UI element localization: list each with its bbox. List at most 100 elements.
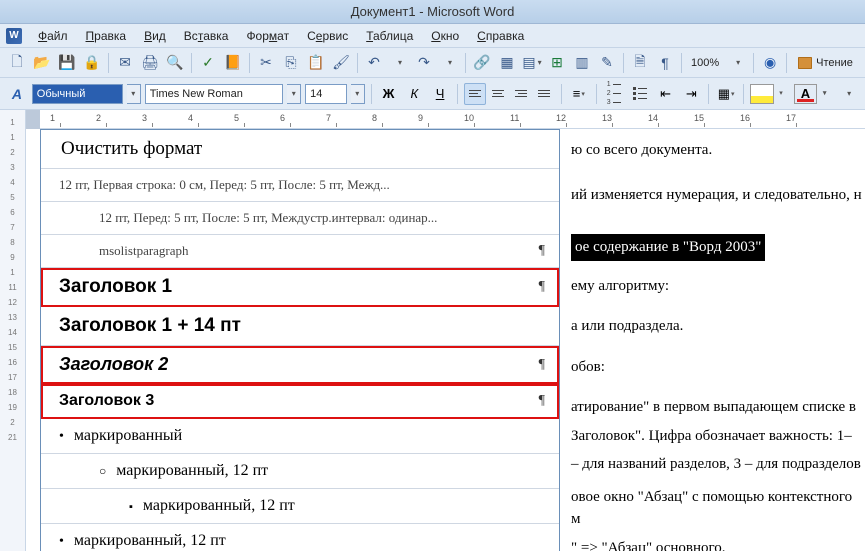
line-spacing-button[interactable]: ≡ (568, 83, 590, 105)
style-label: Заголовок 2 (59, 354, 533, 375)
undo-dropdown[interactable] (388, 52, 410, 74)
pilcrow-icon: ¶ (539, 279, 545, 295)
style-option[interactable]: маркированный, 12 пт (41, 454, 559, 489)
zoom-box[interactable]: 100% (687, 57, 723, 69)
separator (249, 53, 250, 73)
style-label: Заголовок 1 + 14 пт (59, 315, 545, 337)
print-preview-icon[interactable]: 🔍 (164, 52, 186, 74)
style-option[interactable]: Заголовок 1 ¶ (41, 268, 559, 307)
columns-icon[interactable]: ▥ (571, 52, 593, 74)
menu-edit[interactable]: Правка (78, 27, 135, 45)
redo-icon[interactable]: ↷ (413, 52, 435, 74)
style-label: Заголовок 1 (59, 276, 533, 298)
separator (753, 53, 754, 73)
style-option[interactable]: маркированный, 12 пт (41, 524, 559, 551)
undo-icon[interactable]: ↶ (363, 52, 385, 74)
separator (191, 53, 192, 73)
separator (681, 53, 682, 73)
style-option[interactable]: msolistparagraph ¶ (41, 235, 559, 268)
style-option[interactable]: 12 пт, Первая строка: 0 см, Перед: 5 пт,… (41, 169, 559, 202)
doc-line: ий изменяется нумерация, и следовательно… (571, 184, 865, 207)
help-icon[interactable]: ◉ (759, 52, 781, 74)
italic-button[interactable]: К (403, 83, 425, 105)
font-dropdown[interactable]: ▾ (287, 84, 301, 104)
style-option[interactable]: маркированный, 12 пт (41, 489, 559, 524)
pilcrow-icon: ¶ (539, 393, 545, 409)
separator (623, 53, 624, 73)
borders-button[interactable]: ▦ (715, 83, 737, 105)
reading-mode-button[interactable]: Чтение (792, 55, 859, 71)
style-option[interactable]: Заголовок 2¶ (41, 346, 559, 384)
new-doc-icon[interactable]: 🗋 (6, 52, 28, 74)
vertical-ruler: 11234567891111213141516171819221 (0, 110, 26, 551)
decrease-indent-button[interactable]: ⇤ (655, 83, 677, 105)
font-selector[interactable]: Times New Roman (145, 84, 284, 104)
underline-button[interactable]: Ч (429, 83, 451, 105)
doc-map-icon[interactable]: 🗎 (629, 52, 651, 74)
doc-line: – для названий разделов, 3 – для подразд… (571, 453, 865, 476)
style-option[interactable]: маркированный (41, 419, 559, 454)
separator (561, 84, 562, 104)
style-label: Заголовок 3 (59, 392, 533, 410)
align-center-button[interactable] (487, 83, 509, 105)
zoom-dropdown[interactable] (726, 52, 748, 74)
style-option[interactable]: Заголовок 3 ¶ (41, 384, 559, 419)
print-icon[interactable]: 🖨 (139, 52, 161, 74)
permissions-icon[interactable]: 🔒 (81, 52, 103, 74)
menu-help[interactable]: Справка (469, 27, 532, 45)
pilcrow-icon: ¶ (539, 243, 545, 259)
menu-table[interactable]: Таблица (358, 27, 421, 45)
paste-icon[interactable]: 📋 (305, 52, 327, 74)
copy-icon[interactable]: ⎘ (280, 52, 302, 74)
doc-line: " => "Абзац" основного. (571, 537, 865, 551)
numbered-list-button[interactable]: 1 2 3 (603, 83, 625, 105)
excel-icon[interactable]: ⊞ (546, 52, 568, 74)
mail-icon[interactable]: ✉ (114, 52, 136, 74)
hyperlink-icon[interactable]: 🔗 (471, 52, 493, 74)
standard-toolbar: 🗋 📂 💾 🔒 ✉ 🖨 🔍 ✓ 📙 ✂ ⎘ 📋 🖌 ↶ ↷ 🔗 ▦ ▤ ⊞ ▥ … (0, 48, 865, 78)
size-dropdown[interactable]: ▾ (351, 84, 365, 104)
research-icon[interactable]: 📙 (222, 52, 244, 74)
style-dropdown[interactable]: ▾ (127, 84, 141, 104)
page[interactable]: Очистить формат 12 пт, Первая строка: 0 … (26, 129, 865, 551)
tables-borders-icon[interactable]: ▦ (496, 52, 518, 74)
document-body[interactable]: ю со всего документа. ий изменяется нуме… (571, 133, 865, 551)
style-option[interactable]: 12 пт, Перед: 5 пт, После: 5 пт, Междуст… (41, 202, 559, 235)
cut-icon[interactable]: ✂ (255, 52, 277, 74)
doc-line: овое окно "Абзац" с помощью контекстного… (571, 486, 865, 531)
font-color-button[interactable]: A (794, 84, 818, 104)
window-title: Документ1 - Microsoft Word (351, 4, 515, 19)
align-right-button[interactable] (510, 83, 532, 105)
menu-window[interactable]: Окно (423, 27, 467, 45)
toolbar-options[interactable] (837, 83, 859, 105)
clear-format-item[interactable]: Очистить формат (41, 130, 559, 169)
styles-pane-icon[interactable]: A (6, 83, 28, 105)
align-left-button[interactable] (464, 83, 486, 105)
style-label: 12 пт, Перед: 5 пт, После: 5 пт, Междуст… (59, 210, 545, 226)
workspace: 11234567891111213141516171819221 1234567… (0, 110, 865, 551)
highlight-button[interactable] (750, 84, 774, 104)
increase-indent-button[interactable]: ⇥ (680, 83, 702, 105)
menu-file[interactable]: Файл (30, 27, 76, 45)
separator (708, 84, 709, 104)
style-label: msolistparagraph (59, 243, 533, 259)
drawing-icon[interactable]: ✎ (596, 52, 618, 74)
style-option[interactable]: Заголовок 1 + 14 пт (41, 307, 559, 346)
bold-button[interactable]: Ж (378, 83, 400, 105)
style-selector[interactable]: Обычный (32, 84, 123, 104)
align-justify-button[interactable] (533, 83, 555, 105)
menu-insert[interactable]: Вставка (176, 27, 237, 45)
show-marks-icon[interactable]: ¶ (654, 52, 676, 74)
insert-table-icon[interactable]: ▤ (521, 52, 543, 74)
format-painter-icon[interactable]: 🖌 (330, 52, 352, 74)
menu-view[interactable]: Вид (136, 27, 174, 45)
book-icon (798, 57, 812, 69)
menu-format[interactable]: Формат (238, 27, 297, 45)
spellcheck-icon[interactable]: ✓ (197, 52, 219, 74)
open-icon[interactable]: 📂 (31, 52, 53, 74)
save-icon[interactable]: 💾 (56, 52, 78, 74)
redo-dropdown[interactable] (438, 52, 460, 74)
menu-tools[interactable]: Сервис (299, 27, 356, 45)
bulleted-list-button[interactable] (629, 83, 651, 105)
font-size-selector[interactable]: 14 (305, 84, 347, 104)
